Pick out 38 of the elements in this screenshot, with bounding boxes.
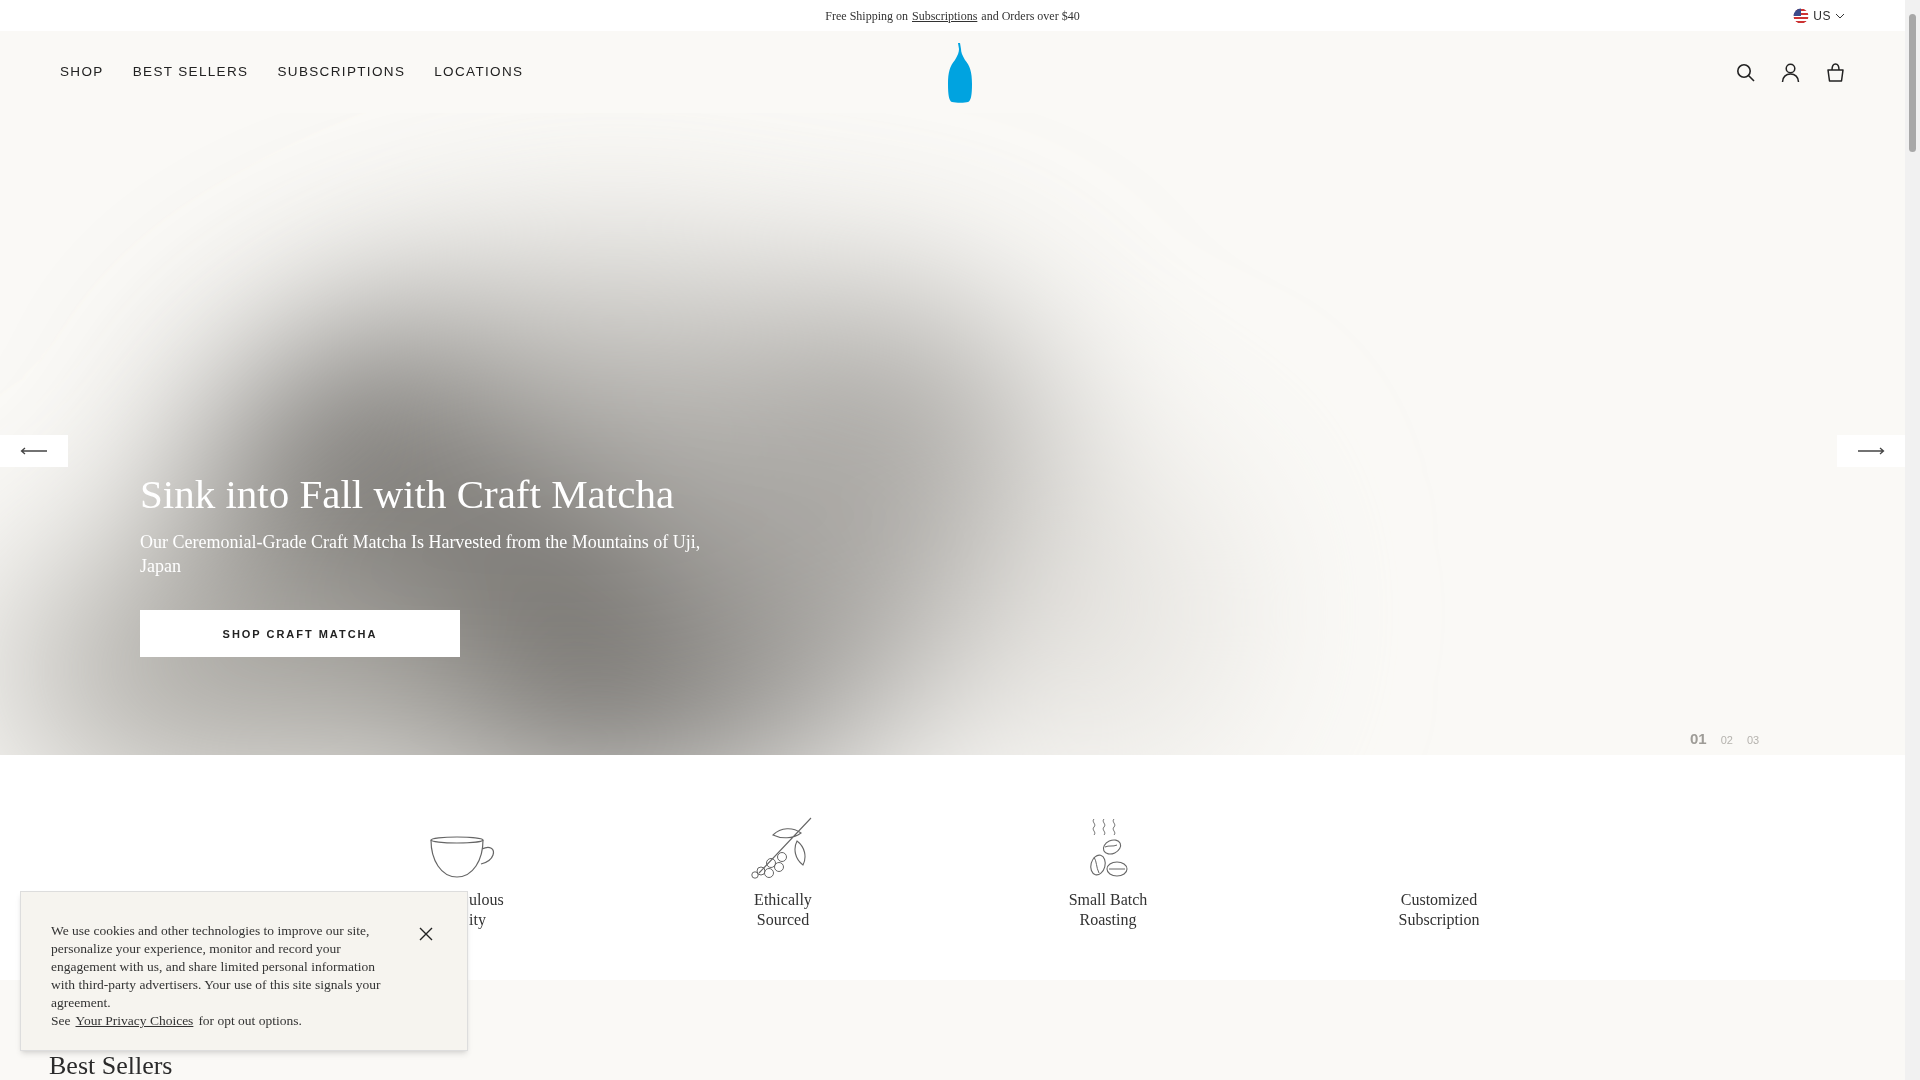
account-icon[interactable] <box>1781 62 1800 82</box>
nav-link[interactable]: SUBSCRIPTIONS <box>277 61 406 83</box>
nav-link[interactable]: BEST SELLERS <box>132 61 249 83</box>
promo-text: and Orders over $40 <box>981 7 1080 25</box>
region-selector[interactable]: US <box>1793 7 1845 25</box>
chevron-down-icon <box>1835 13 1845 19</box>
bottle-logo[interactable] <box>947 43 973 103</box>
feature-label: Ethically <box>754 890 812 910</box>
arrow-right-icon <box>1857 447 1885 455</box>
nav-link[interactable]: LOCATIONS <box>434 61 524 83</box>
feature-label: Small Batch <box>1068 890 1148 910</box>
feature-label: ulous <box>469 890 504 910</box>
cookie-notice: We use cookies and other technologies to improve our site, personalize your experience, monitor and record your engagement with us, and share limited personal information with third-party advertisers. Your use of this site signals your agreement. <box>51 922 382 1012</box>
close-button[interactable] <box>417 925 435 943</box>
search-icon[interactable] <box>1736 62 1755 82</box>
shop-craft-matcha-button[interactable]: SHOP CRAFT MATCHA <box>140 610 460 658</box>
privacy-choices-link[interactable]: Your Privacy Choices <box>75 1012 194 1030</box>
bag-icon[interactable] <box>1826 62 1845 82</box>
cookie-notice: See <box>51 1012 71 1030</box>
section-heading: Best Sellers <box>49 1053 173 1079</box>
feature-label: Customized <box>1400 890 1478 910</box>
feature-label: Sourced <box>756 910 810 930</box>
promo-text: Free Shipping on <box>825 7 908 25</box>
feature-label: Roasting <box>1079 910 1137 930</box>
close-icon <box>419 927 433 941</box>
scrollbar[interactable] <box>1905 0 1920 1080</box>
hero-subtitle: Our Ceremonial-Grade Craft Matcha Is Harvested from the Mountains of Uji, Japan <box>140 531 702 579</box>
cookie-notice: for opt out options. <box>198 1012 302 1030</box>
feature-label: Subscription <box>1398 910 1480 930</box>
nav-link[interactable]: SHOP <box>60 61 104 83</box>
arrow-left-icon <box>20 447 48 455</box>
previous-slide-button[interactable] <box>0 435 68 467</box>
cup-icon <box>429 835 497 879</box>
feature-label: ity <box>469 910 486 930</box>
flag-icon <box>1793 8 1810 24</box>
subscriptions-link[interactable]: Subscriptions <box>912 6 978 25</box>
next-slide-button[interactable] <box>1837 435 1905 467</box>
hero-title: Sink into Fall with Craft Matcha <box>140 470 676 519</box>
